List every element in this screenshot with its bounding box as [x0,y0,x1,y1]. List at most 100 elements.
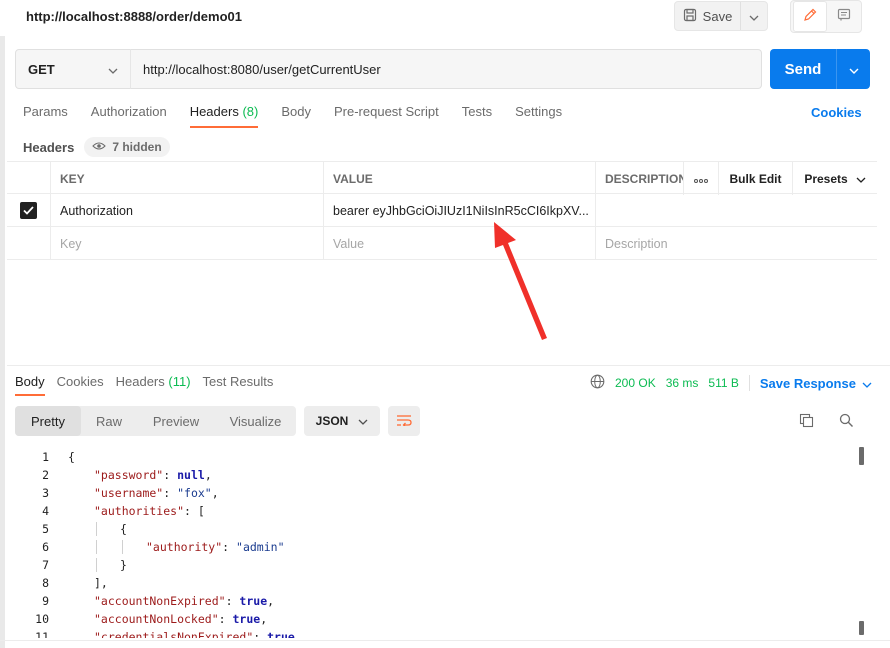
new-key-input[interactable]: Key [51,227,324,260]
annotation-arrow [494,222,547,340]
request-title[interactable]: http://localhost:8888/order/demo01 [26,9,242,24]
code-text: "username": "fox", [49,486,219,500]
tab-count: (11) [168,374,191,389]
save-button[interactable]: Save [675,2,741,30]
tab-body[interactable]: Body [281,104,311,128]
code-token: "fox" [177,486,212,500]
mode-toggle-group [790,0,862,33]
code-token: "accountNonExpired" [94,594,226,608]
comment-icon [837,8,851,25]
comments-mode-button[interactable] [827,1,861,32]
line-number: 4 [42,504,49,518]
copy-icon [799,413,814,431]
new-description-input[interactable]: Description [596,227,877,260]
pane-divider[interactable] [7,365,890,366]
pencil-icon [803,8,817,25]
tab-response-cookies[interactable]: Cookies [57,374,104,396]
bulk-edit-button[interactable]: Bulk Edit [719,162,793,195]
chevron-down-icon [849,62,859,77]
code-token: "credentialsNonExpired" [94,630,254,638]
tab-test-results[interactable]: Test Results [203,374,274,396]
more-options-button[interactable] [684,162,719,195]
sidebar-edge [0,36,5,648]
search-button[interactable] [835,411,857,433]
status-code[interactable]: 200 OK [615,376,656,390]
line-number: 1 [42,450,49,464]
response-time[interactable]: 36 ms [666,376,699,390]
wrap-lines-button[interactable] [388,406,420,436]
view-pretty[interactable]: Pretty [15,406,81,436]
line-number: 5 [42,522,49,536]
send-button[interactable]: Send [770,49,837,89]
tab-settings[interactable]: Settings [515,104,562,128]
format-select[interactable]: JSON [304,406,380,436]
method-select[interactable]: GET [15,49,131,89]
tab-label: Tests [461,104,493,119]
code-line: 5{ [15,520,857,538]
edit-mode-button[interactable] [793,1,827,32]
code-line: 10 "accountNonLocked": true, [15,610,857,628]
code-line: 7} [15,556,857,574]
code-text: { [49,522,127,536]
view-visualize[interactable]: Visualize [215,406,296,436]
url-input[interactable]: http://localhost:8080/user/getCurrentUse… [130,49,762,89]
view-raw[interactable]: Raw [81,406,137,436]
code-token: , [204,468,212,482]
presets-dropdown[interactable]: Presets [793,162,877,195]
save-response-dropdown[interactable]: Save Response [760,376,872,391]
code-scrollbar[interactable] [859,447,865,637]
row-enabled-checkbox[interactable] [7,194,51,227]
response-body-code[interactable]: 1{2 "password": null, 3 "username": "fox", 4… [15,448,857,638]
line-number: 3 [42,486,49,500]
code-token: { [120,522,127,536]
line-number: 10 [35,612,49,626]
tab-tests[interactable]: Tests [462,104,492,128]
tab-headers[interactable]: Headers (8) [189,104,259,128]
tab-response-headers[interactable]: Headers (11) [116,374,191,396]
code-token: "username" [94,486,164,500]
tab-params[interactable]: Params [23,104,68,128]
code-token: null [177,468,205,482]
presets-label: Presets [804,171,848,186]
save-icon [683,8,697,25]
code-token: : [163,486,178,500]
header-key-cell[interactable]: Authorization [51,194,324,227]
header-description-cell[interactable] [596,194,877,227]
tab-pre-request-script[interactable]: Pre-request Script [334,104,439,128]
line-number: 6 [42,540,49,554]
eye-icon [92,140,107,154]
method-label: GET [28,61,55,77]
line-number: 9 [42,594,49,608]
scroll-down-thumb[interactable] [859,621,864,635]
headers-label: Headers [23,139,75,155]
tab-count: (8) [242,104,259,119]
save-options-button[interactable] [741,2,767,30]
code-token: : [218,612,233,626]
hidden-headers-toggle[interactable]: 7 hidden [84,137,170,157]
code-line: 1{ [15,448,857,466]
code-text: ], [49,576,108,590]
cookies-link[interactable]: Cookies [811,105,862,120]
status-bar-border [0,640,890,641]
tab-authorization[interactable]: Authorization [91,104,167,128]
tab-label: Settings [515,104,563,119]
copy-button[interactable] [795,411,817,433]
indent-guide [96,522,97,536]
line-number: 8 [42,576,49,590]
code-text: "accountNonExpired": true, [49,594,274,608]
chevron-down-icon [108,62,118,77]
scroll-up-thumb[interactable] [859,447,864,465]
code-text: { [49,450,75,464]
view-preview[interactable]: Preview [137,406,215,436]
globe-icon[interactable] [590,374,605,392]
code-line: 6 "authority": "admin" [15,538,857,556]
send-options-button[interactable] [837,49,870,89]
code-token: : [163,468,178,482]
code-token: : [222,540,237,554]
response-size[interactable]: 511 B [708,376,738,390]
checkmark-icon [20,202,37,219]
tab-response-body[interactable]: Body [15,374,45,396]
code-line: 2 "password": null, [15,466,857,484]
column-header-key: KEY [51,162,324,195]
code-text: } [49,558,127,572]
